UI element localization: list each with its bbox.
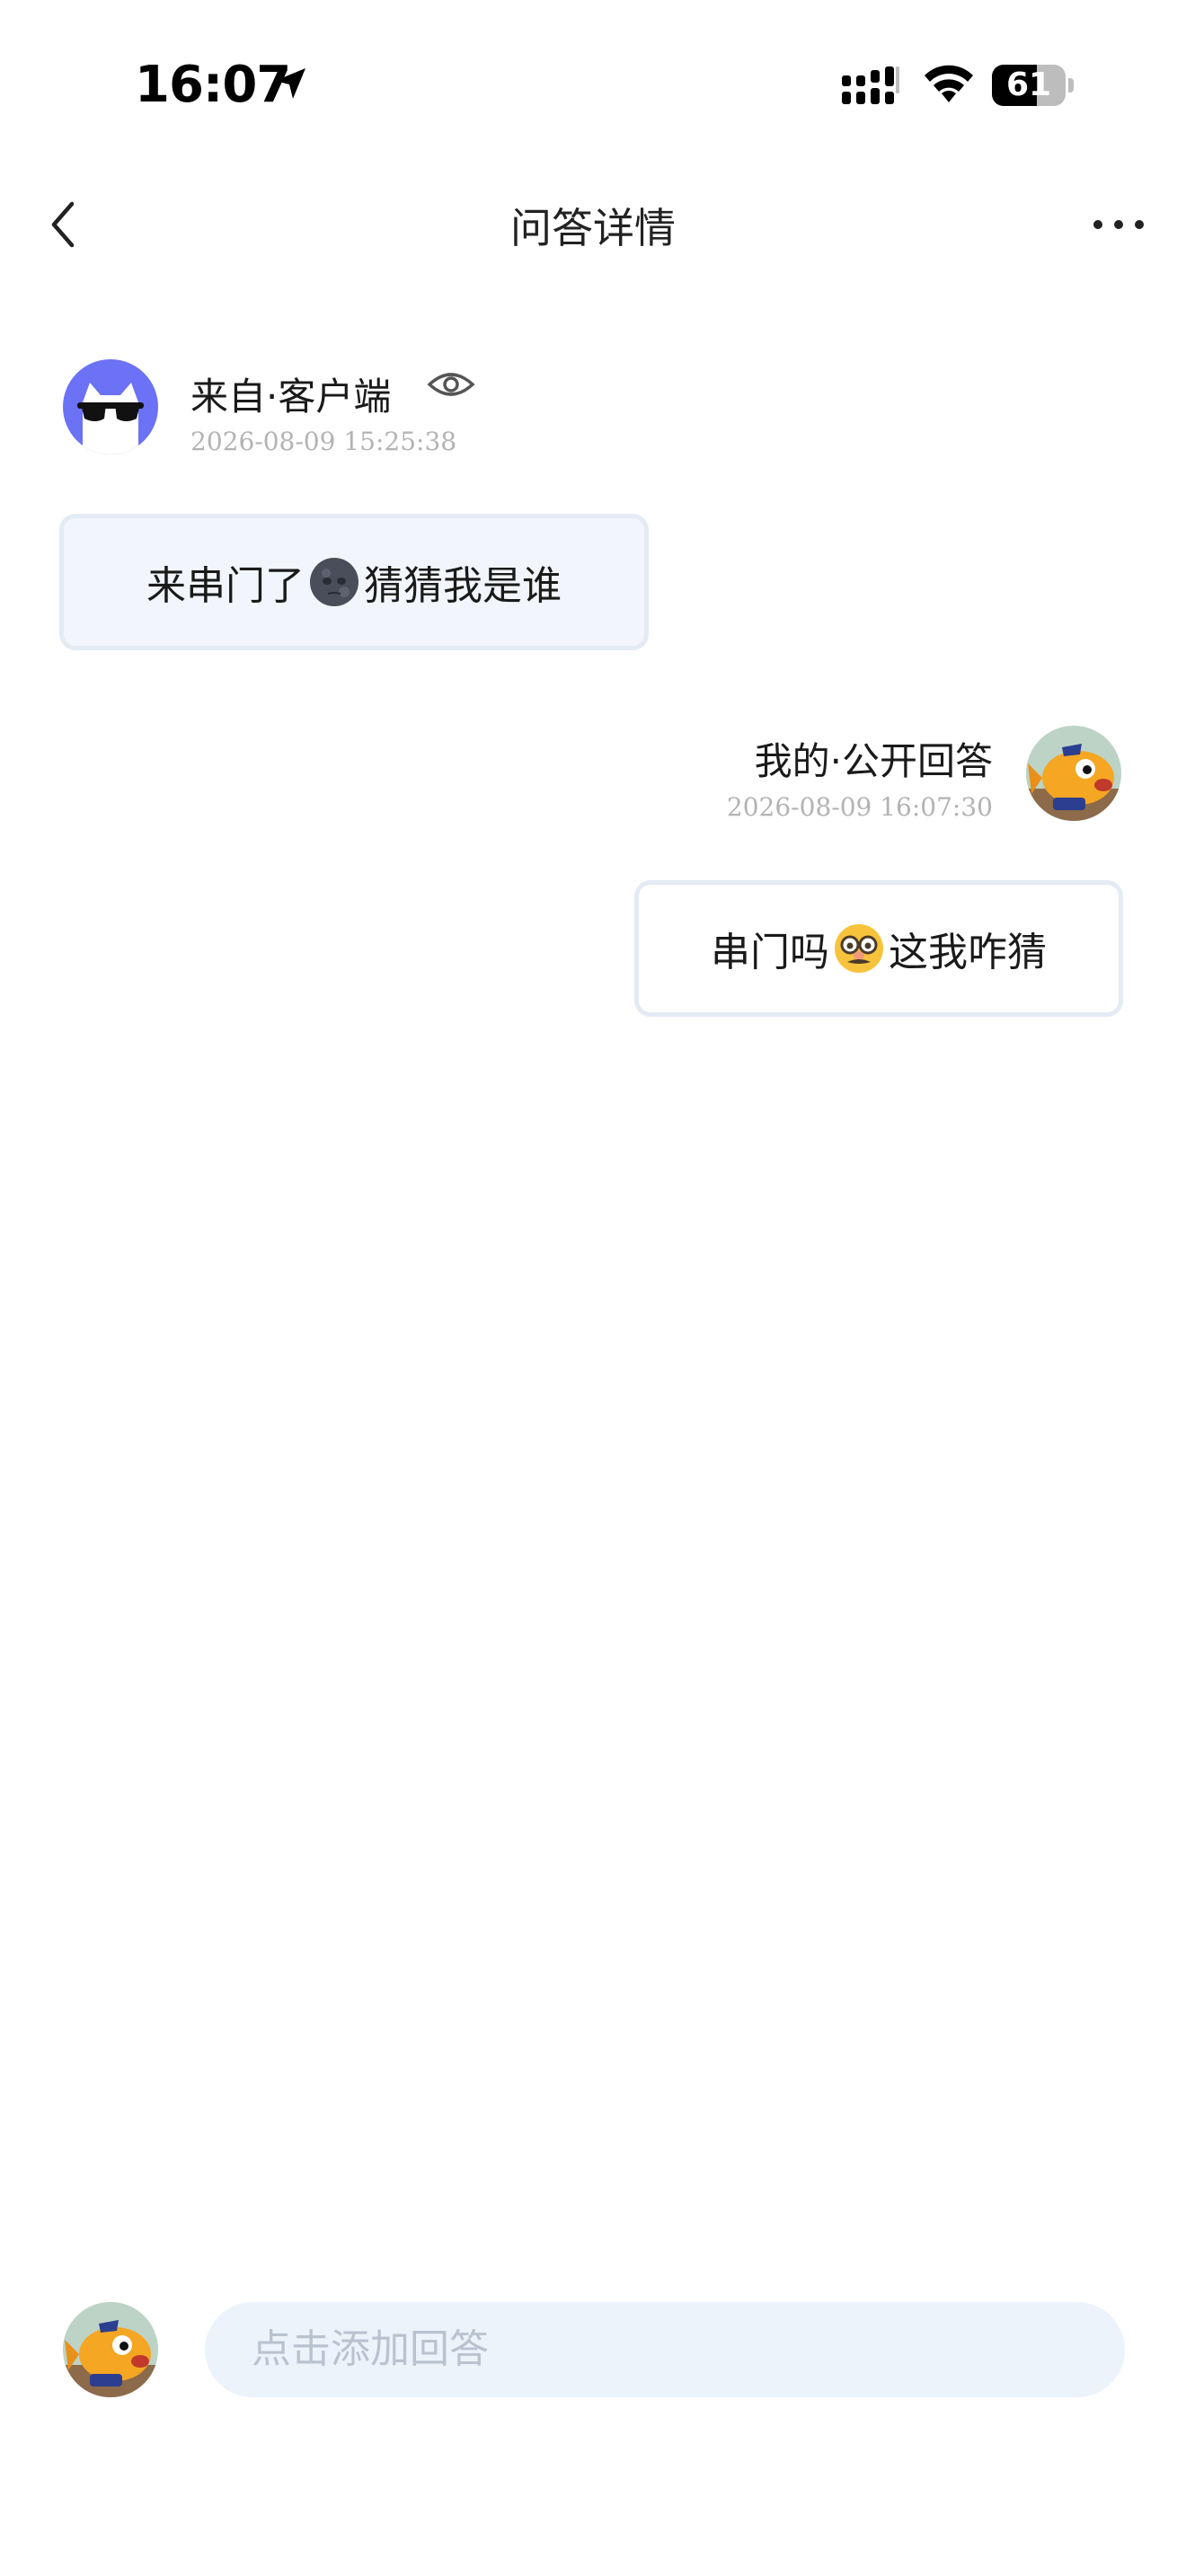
reply-avatar bbox=[63, 2302, 158, 2397]
status-bar: 16:07 61 bbox=[0, 0, 1186, 171]
question-time: 2026-08-09 15:25:38 bbox=[190, 427, 457, 456]
answer-bubble[interactable]: 串门吗 这我咋猜 bbox=[634, 880, 1123, 1017]
cartoon-fish-avatar-icon bbox=[63, 2302, 158, 2397]
question-bubble[interactable]: 来串门了 猜猜我是谁 bbox=[59, 514, 649, 650]
navigation-bar: 问答详情 bbox=[0, 171, 1186, 278]
battery-cap bbox=[1068, 78, 1074, 93]
wifi-icon bbox=[925, 65, 973, 102]
location-arrow-icon bbox=[275, 68, 305, 99]
question-text-start: 来串门了 bbox=[146, 563, 305, 609]
battery-body: 61 bbox=[992, 65, 1066, 106]
answer-text-start: 串门吗 bbox=[711, 930, 829, 975]
battery-indicator: 61 bbox=[992, 65, 1074, 106]
page-title: 问答详情 bbox=[510, 204, 676, 252]
cellular-signal-icon bbox=[842, 66, 899, 104]
disguised-face-emoji bbox=[835, 924, 883, 973]
battery-percentage: 61 bbox=[1005, 66, 1052, 103]
question-text-end: 猜猜我是谁 bbox=[364, 563, 562, 609]
asker-avatar[interactable] bbox=[63, 359, 158, 454]
cat-sunglasses-icon bbox=[77, 383, 144, 454]
reply-input[interactable]: 点击添加回答 bbox=[205, 2302, 1125, 2397]
status-time: 16:07 bbox=[135, 56, 291, 114]
question-sender: 来自·客户端 bbox=[190, 375, 392, 419]
cartoon-fish-avatar-icon bbox=[1026, 726, 1121, 821]
more-options-icon[interactable] bbox=[1087, 202, 1150, 247]
answer-time: 2026-08-09 16:07:30 bbox=[726, 792, 993, 822]
my-avatar[interactable] bbox=[1026, 726, 1121, 821]
answer-sender: 我的·公开回答 bbox=[754, 739, 993, 783]
eye-icon[interactable] bbox=[426, 366, 476, 402]
reply-bar: 点击添加回答 bbox=[0, 2281, 1186, 2425]
new-moon-face-emoji bbox=[310, 558, 358, 606]
answer-text-end: 这我咋猜 bbox=[889, 930, 1047, 975]
